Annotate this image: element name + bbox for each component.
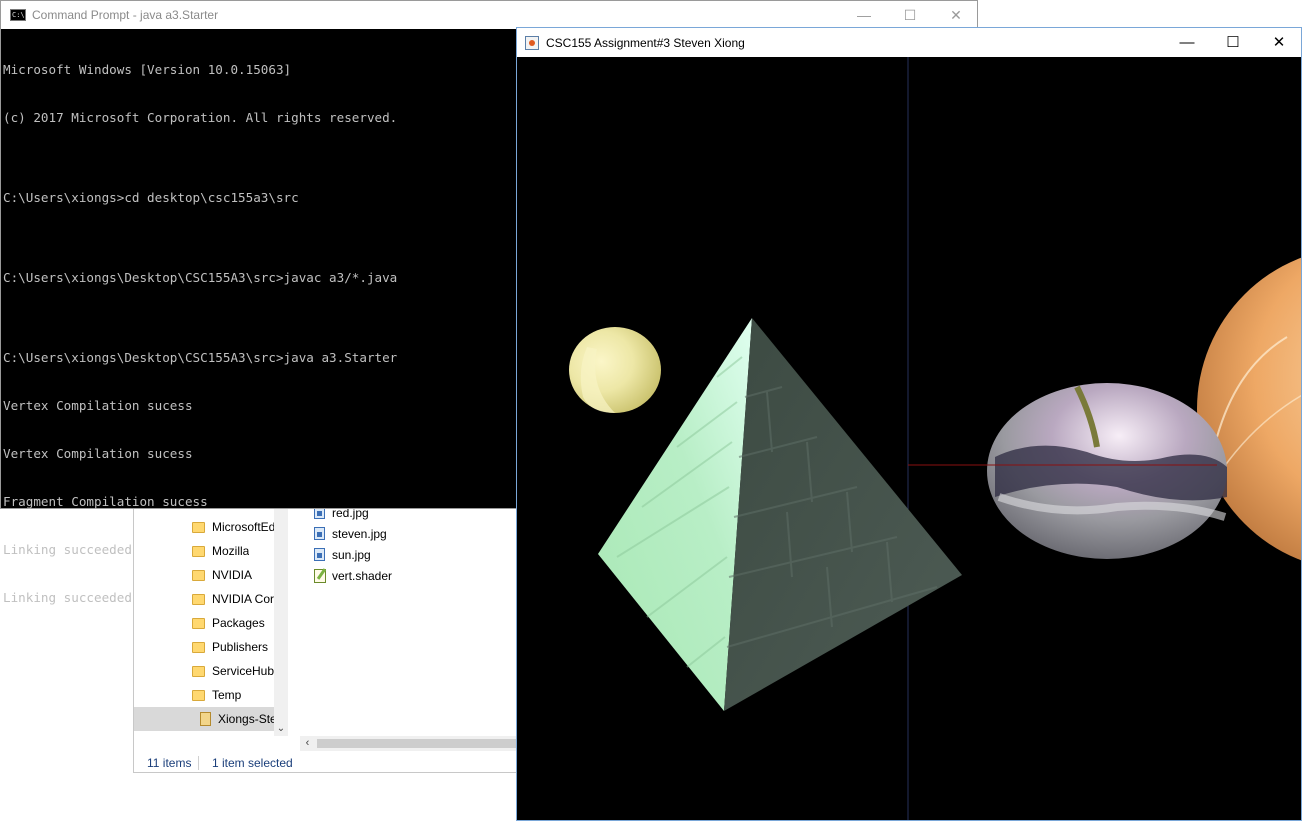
close-button[interactable]: ✕ xyxy=(933,1,979,29)
folder-icon xyxy=(192,641,205,653)
nav-item-label: Temp xyxy=(212,688,242,702)
zip-folder-icon xyxy=(200,712,211,726)
status-bar: 11 items 1 item selected xyxy=(134,753,532,773)
minimize-button[interactable]: — xyxy=(841,1,887,29)
item-count: 11 items xyxy=(147,756,192,770)
nav-item-label: Publishers xyxy=(212,640,269,654)
pyramid-right-face xyxy=(724,318,962,711)
nav-item-label: ServiceHub xyxy=(212,664,274,678)
close-button[interactable]: ✕ xyxy=(1256,28,1302,57)
cmd-titlebar[interactable]: C:\ Command Prompt - java a3.Starter — ☐… xyxy=(1,1,977,29)
nav-item[interactable]: ServiceHub xyxy=(134,659,274,683)
nav-item[interactable]: a2 xyxy=(134,731,274,736)
minimize-button[interactable]: — xyxy=(1164,28,1210,57)
scrollbar-thumb[interactable] xyxy=(317,739,532,748)
java-window-title: CSC155 Assignment#3 Steven Xiong xyxy=(546,35,745,50)
scroll-down-icon[interactable]: ⌄ xyxy=(274,722,288,736)
nav-item[interactable]: Temp xyxy=(134,683,274,707)
folder-icon xyxy=(192,665,205,677)
opengl-canvas[interactable] xyxy=(517,57,1301,820)
file-list-scrollbar[interactable]: ‹ xyxy=(300,736,534,751)
cmd-title: Command Prompt - java a3.Starter xyxy=(32,8,219,22)
orange-sphere xyxy=(1197,257,1301,561)
maximize-button[interactable]: ☐ xyxy=(887,1,933,29)
java-render-window: CSC155 Assignment#3 Steven Xiong — ☐ ✕ xyxy=(516,27,1302,821)
java-icon xyxy=(525,35,539,50)
console-icon: C:\ xyxy=(10,9,26,21)
nav-item[interactable]: Publishers xyxy=(134,635,274,659)
nav-item-label: Xiongs-Steven xyxy=(218,712,274,726)
java-window-titlebar[interactable]: CSC155 Assignment#3 Steven Xiong — ☐ ✕ xyxy=(517,28,1301,57)
scroll-left-icon[interactable]: ‹ xyxy=(300,736,315,751)
folder-icon xyxy=(192,689,205,701)
selection-count: 1 item selected xyxy=(212,756,293,770)
nav-item-selected[interactable]: Xiongs-Steven xyxy=(134,707,274,731)
status-divider xyxy=(198,756,199,770)
maximize-button[interactable]: ☐ xyxy=(1210,28,1256,57)
